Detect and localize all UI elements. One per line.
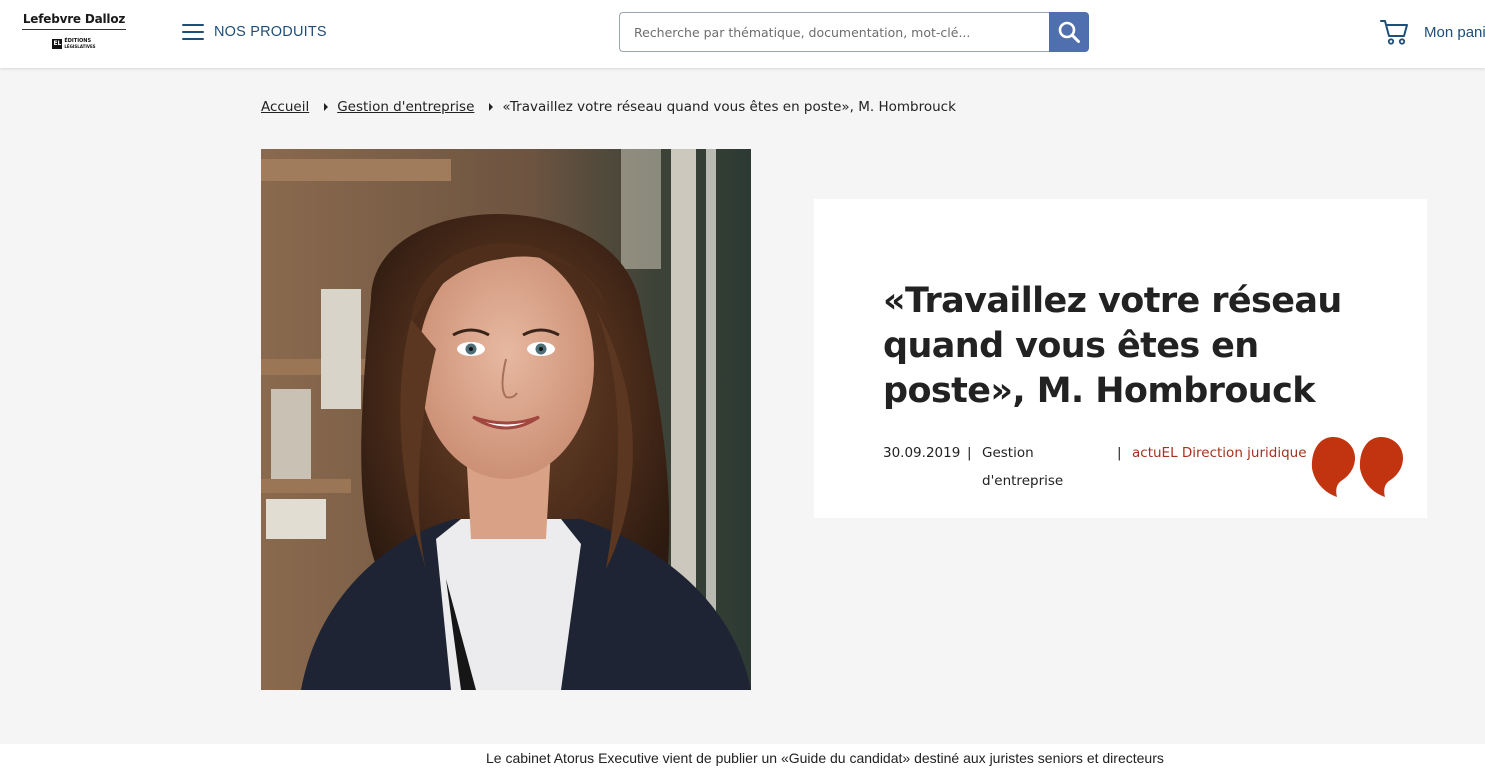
article-source: actuEL Direction juridique <box>1132 445 1307 461</box>
article-category: Gestion d'entreprise <box>982 445 1064 489</box>
portrait-photo <box>261 149 751 690</box>
quote-icon <box>1311 437 1403 497</box>
brand-logo[interactable]: Lefebvre Dalloz EL ÉDITIONS LÉGISLATIVES <box>22 12 126 50</box>
article-header-card: «Travaillez votre réseau quand vous êtes… <box>814 199 1427 518</box>
search-input[interactable] <box>619 12 1049 52</box>
breadcrumb-home-link[interactable]: Accueil <box>261 99 309 115</box>
article-lead: Le cabinet Atorus Executive vient de pub… <box>486 750 1164 766</box>
cart-icon <box>1380 20 1408 45</box>
brand-badge: EL <box>52 39 63 49</box>
meta-separator: | <box>967 445 972 461</box>
hamburger-icon <box>182 23 204 41</box>
article-date: 30.09.2019 <box>883 445 961 461</box>
breadcrumb: Accueil Gestion d'entreprise «Travaillez… <box>261 99 956 115</box>
breadcrumb-category-link[interactable]: Gestion d'entreprise <box>337 99 474 115</box>
cart-button[interactable]: Mon panier <box>1380 18 1485 46</box>
breadcrumb-chevron-icon <box>324 103 329 111</box>
cart-label: Mon panier <box>1424 23 1485 41</box>
products-menu-label: NOS PRODUITS <box>214 24 327 40</box>
meta-separator: | <box>1117 445 1122 461</box>
search-button[interactable] <box>1049 12 1089 52</box>
brand-sub-line2: LÉGISLATIVES <box>64 43 96 49</box>
search-bar <box>619 12 1089 52</box>
article-lead-strip: Le cabinet Atorus Executive vient de pub… <box>0 744 1485 769</box>
search-icon <box>1058 21 1080 43</box>
breadcrumb-current: «Travaillez votre réseau quand vous êtes… <box>502 99 956 115</box>
brand-sub-logo: EL ÉDITIONS LÉGISLATIVES <box>52 38 96 50</box>
brand-sub-text: ÉDITIONS LÉGISLATIVES <box>64 38 96 50</box>
brand-name: Lefebvre Dalloz <box>22 12 126 30</box>
products-menu-button[interactable]: NOS PRODUITS <box>182 20 327 44</box>
site-header: Lefebvre Dalloz EL ÉDITIONS LÉGISLATIVES… <box>0 0 1485 68</box>
article-title: «Travaillez votre réseau quand vous êtes… <box>883 281 1342 411</box>
breadcrumb-chevron-icon <box>489 103 494 111</box>
